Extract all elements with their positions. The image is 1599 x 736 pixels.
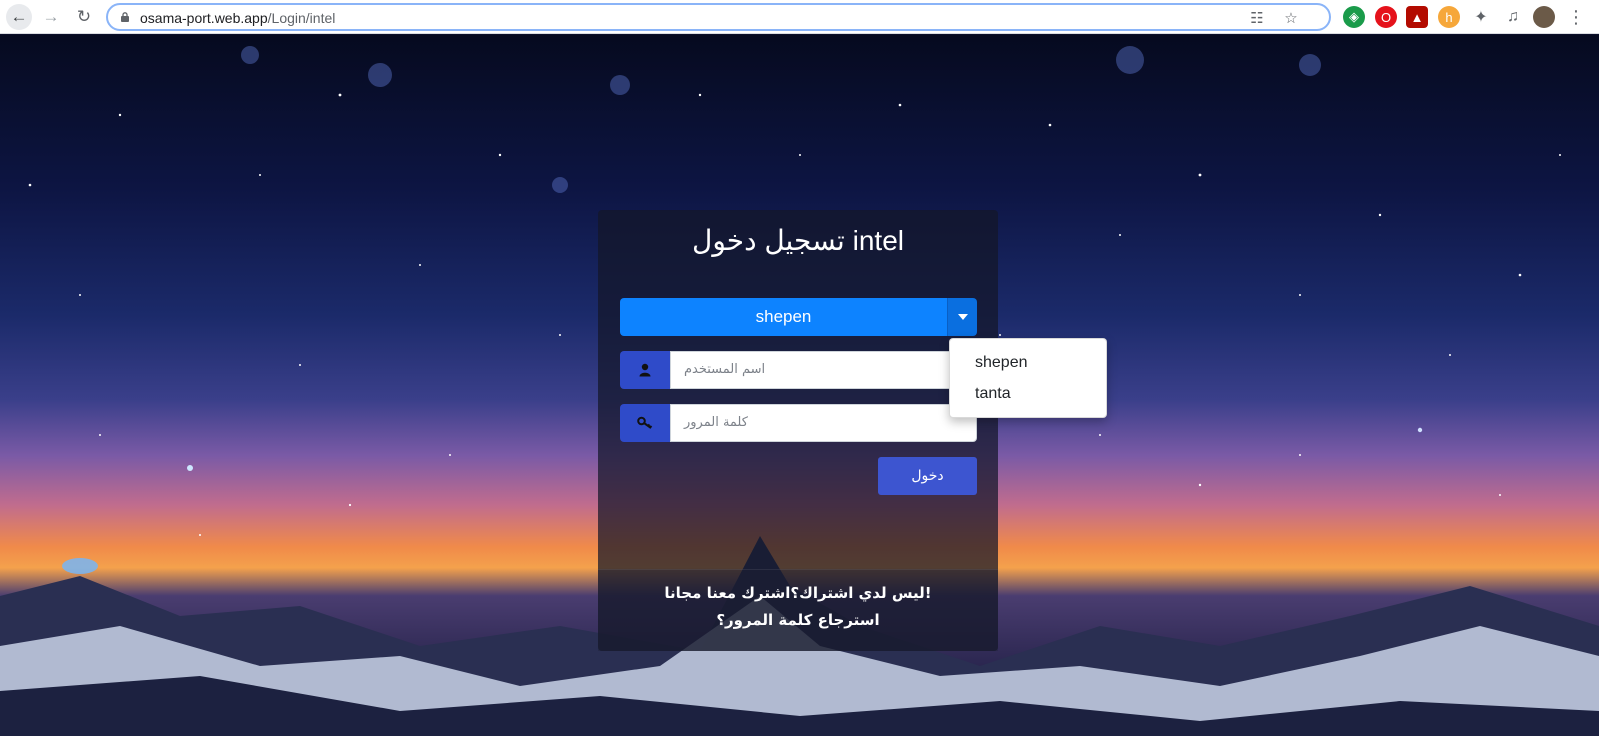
puzzle-icon[interactable]: ✦ [1470, 6, 1492, 28]
pdf-extension-icon[interactable]: ▲ [1406, 6, 1428, 28]
browser-toolbar: ← → ↻ osama-port.web.app/Login/intel ☷ ☆… [0, 0, 1599, 34]
opera-extension-icon[interactable]: O [1375, 6, 1397, 28]
shield-extension-icon[interactable]: ◈ [1343, 6, 1365, 28]
url-path: /Login/intel [267, 10, 336, 26]
branch-dropdown-toggle[interactable] [947, 298, 977, 336]
dropdown-option-shepen[interactable]: shepen [950, 348, 1108, 378]
username-field: اسم المستخدم [620, 351, 977, 389]
key-icon [637, 416, 653, 429]
back-icon[interactable]: ← [6, 4, 32, 30]
caret-down-icon [957, 314, 968, 320]
translate-icon[interactable]: ☷ [1248, 9, 1266, 27]
reload-icon[interactable]: ↻ [71, 4, 97, 30]
more-icon[interactable]: ⋮ [1565, 6, 1587, 28]
password-field: كلمة المرور [620, 404, 977, 442]
url-host: osama-port.web.app [140, 10, 268, 26]
star-icon[interactable]: ☆ [1282, 9, 1300, 27]
forward-icon[interactable]: → [38, 4, 64, 30]
branch-dropdown-menu: shepen tanta [949, 338, 1107, 418]
username-input[interactable]: اسم المستخدم [684, 362, 765, 377]
panel-footer: ليس لدي اشتراك؟اشترك معنا مجانا! استرجاع… [598, 569, 998, 651]
username-input-wrap: اسم المستخدم [670, 351, 977, 389]
dropdown-option-tanta[interactable]: tanta [950, 379, 1108, 409]
url-text[interactable]: osama-port.web.app/Login/intel [140, 10, 335, 26]
key-icon-box [620, 404, 670, 442]
branch-select-button[interactable]: shepen [620, 298, 947, 336]
login-button[interactable]: دخول [878, 457, 977, 495]
password-input-wrap: كلمة المرور [670, 404, 977, 442]
signup-link[interactable]: ليس لدي اشتراك؟اشترك معنا مجانا! [598, 584, 998, 602]
page-title: تسجيل دخول intel [691, 225, 905, 256]
login-panel: تسجيل دخول intel shepen اسم المستخدم كلم… [598, 210, 998, 651]
profile-avatar[interactable] [1533, 6, 1555, 28]
user-icon-box [620, 351, 670, 389]
honey-extension-icon[interactable]: h [1438, 6, 1460, 28]
lock-icon[interactable] [120, 12, 130, 22]
forgot-password-link[interactable]: استرجاع كلمة المرور؟ [598, 611, 998, 629]
password-input[interactable]: كلمة المرور [684, 415, 748, 430]
user-icon [639, 363, 651, 377]
address-bar[interactable]: osama-port.web.app/Login/intel ☷ ☆ [106, 3, 1331, 31]
media-icon[interactable]: ♫ [1502, 6, 1524, 28]
